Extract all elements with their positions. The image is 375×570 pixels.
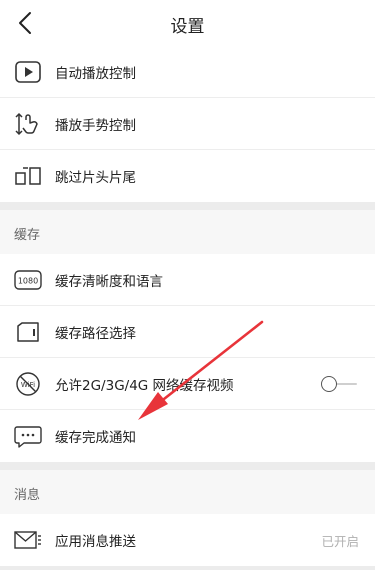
item-label: 应用消息推送 [55,534,136,550]
autoplay-control-item[interactable]: 自动播放控制 [0,46,375,98]
item-label: 缓存清晰度和语言 [55,274,163,290]
cache-complete-notice-item[interactable]: 缓存完成通知 [0,410,375,462]
svg-text:1080: 1080 [18,277,38,286]
item-label: 缓存路径选择 [55,326,136,342]
cache-quality-item[interactable]: 1080 缓存清晰度和语言 [0,254,375,306]
push-notification-item[interactable]: 应用消息推送 已开启 [0,514,375,566]
toggle-knob [321,376,337,392]
mail-icon [14,531,41,549]
resolution-1080-icon: 1080 [14,270,42,290]
section-header-message: 消息 [0,470,375,514]
item-label: 跳过片头片尾 [55,170,136,186]
cache-path-item[interactable]: 缓存路径选择 [0,306,375,358]
sd-card-icon [17,322,39,342]
item-label: 自动播放控制 [55,66,136,82]
status-value: 已开启 [321,534,359,549]
chat-bubble-icon [14,426,42,448]
skip-intro-item[interactable]: 跳过片头片尾 [0,150,375,202]
cellular-cache-toggle[interactable] [321,376,359,392]
gesture-icon [15,112,38,136]
item-label: 允许2G/3G/4G 网络缓存视频 [55,378,234,394]
item-label: 播放手势控制 [55,118,136,134]
section-separator [0,566,375,570]
page-title: 设置 [170,17,205,37]
section-separator [0,202,375,210]
top-bar: 设置 [0,0,375,47]
section-header-cache: 缓存 [0,210,375,254]
play-box-icon [15,61,41,83]
section-title: 缓存 [14,228,41,243]
section-separator [0,462,375,470]
gesture-control-item[interactable]: 播放手势控制 [0,98,375,150]
wifi-off-icon: WiFi [16,372,40,396]
section-title: 消息 [14,488,41,503]
cellular-cache-item: WiFi 允许2G/3G/4G 网络缓存视频 [0,358,375,410]
item-label: 缓存完成通知 [55,430,136,446]
skip-intro-icon [15,167,41,185]
